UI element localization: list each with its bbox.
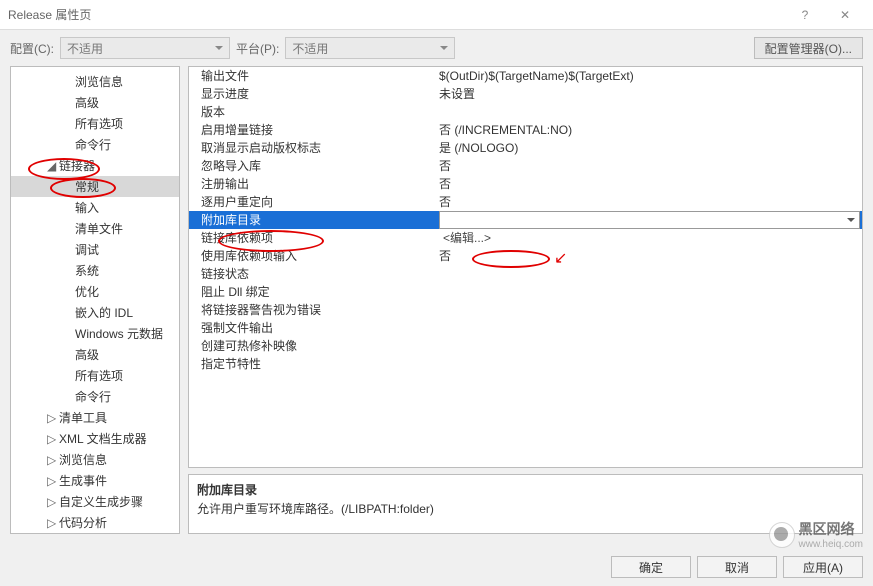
tree-node[interactable]: ▷浏览信息 <box>11 449 179 470</box>
property-row[interactable]: 注册输出否 <box>189 175 862 193</box>
tree-node[interactable]: 系统 <box>11 260 179 281</box>
tree-node[interactable]: 输入 <box>11 197 179 218</box>
description-text: 允许用户重写环境库路径。(/LIBPATH:folder) <box>197 500 854 517</box>
tree-node[interactable]: 常规 <box>11 176 179 197</box>
title-bar: Release 属性页 ? ✕ <box>0 0 873 30</box>
tree-node[interactable]: 所有选项 <box>11 365 179 386</box>
property-row[interactable]: 启用增量链接否 (/INCREMENTAL:NO) <box>189 121 862 139</box>
nav-tree[interactable]: 浏览信息高级所有选项命令行◢链接器常规输入清单文件调试系统优化嵌入的 IDLWi… <box>10 66 180 534</box>
description-heading: 附加库目录 <box>197 481 854 498</box>
ok-button[interactable]: 确定 <box>611 556 691 578</box>
tree-node[interactable]: 所有选项 <box>11 113 179 134</box>
property-grid[interactable]: 输出文件$(OutDir)$(TargetName)$(TargetExt)显示… <box>188 66 863 468</box>
property-row[interactable]: 链接状态 <box>189 265 862 283</box>
dialog-buttons: 确定 取消 应用(A) <box>611 556 863 578</box>
help-button[interactable]: ? <box>785 0 825 30</box>
property-row[interactable]: 将链接器警告视为错误 <box>189 301 862 319</box>
tree-node[interactable]: 优化 <box>11 281 179 302</box>
toolbar: 配置(C): 不适用 平台(P): 不适用 配置管理器(O)... <box>0 30 873 66</box>
property-row[interactable]: 输出文件$(OutDir)$(TargetName)$(TargetExt) <box>189 67 862 85</box>
property-row[interactable]: 使用库依赖项输入否 <box>189 247 862 265</box>
tree-node[interactable]: Windows 元数据 <box>11 323 179 344</box>
tree-node[interactable]: ▷XML 文档生成器 <box>11 428 179 449</box>
window-title: Release 属性页 <box>8 6 785 23</box>
tree-node[interactable]: 命令行 <box>11 386 179 407</box>
property-row[interactable]: 指定节特性 <box>189 355 862 373</box>
description-panel: 附加库目录 允许用户重写环境库路径。(/LIBPATH:folder) <box>188 474 863 534</box>
property-row[interactable]: 链接库依赖项<编辑...> <box>189 229 862 247</box>
tree-node[interactable]: ▷代码分析 <box>11 512 179 533</box>
tree-node[interactable]: 高级 <box>11 344 179 365</box>
property-row[interactable]: 取消显示启动版权标志是 (/NOLOGO) <box>189 139 862 157</box>
tree-node[interactable]: 高级 <box>11 92 179 113</box>
tree-node[interactable]: ◢链接器 <box>11 155 179 176</box>
platform-combo[interactable]: 不适用 <box>285 37 455 59</box>
property-row[interactable]: 忽略导入库否 <box>189 157 862 175</box>
config-manager-button[interactable]: 配置管理器(O)... <box>754 37 863 59</box>
property-row[interactable]: 创建可热修补映像 <box>189 337 862 355</box>
tree-node[interactable]: ▷清单工具 <box>11 407 179 428</box>
platform-label: 平台(P): <box>236 40 279 57</box>
watermark: 黑区网络 www.heiq.com <box>769 519 863 550</box>
tree-node[interactable]: 调试 <box>11 239 179 260</box>
property-row[interactable]: 附加库目录 <box>189 211 862 229</box>
apply-button[interactable]: 应用(A) <box>783 556 863 578</box>
tree-node[interactable]: 清单文件 <box>11 218 179 239</box>
property-row[interactable]: 强制文件输出 <box>189 319 862 337</box>
tree-node[interactable]: ▷生成事件 <box>11 470 179 491</box>
close-button[interactable]: ✕ <box>825 0 865 30</box>
config-label: 配置(C): <box>10 40 54 57</box>
watermark-logo-icon <box>769 522 795 548</box>
cancel-button[interactable]: 取消 <box>697 556 777 578</box>
tree-node[interactable]: ▷自定义生成步骤 <box>11 491 179 512</box>
config-combo[interactable]: 不适用 <box>60 37 230 59</box>
property-row[interactable]: 逐用户重定向否 <box>189 193 862 211</box>
tree-node[interactable]: 嵌入的 IDL <box>11 302 179 323</box>
tree-node[interactable]: 浏览信息 <box>11 71 179 92</box>
property-row[interactable]: 版本 <box>189 103 862 121</box>
property-row[interactable]: 阻止 Dll 绑定 <box>189 283 862 301</box>
property-row[interactable]: 显示进度未设置 <box>189 85 862 103</box>
tree-node[interactable]: 命令行 <box>11 134 179 155</box>
